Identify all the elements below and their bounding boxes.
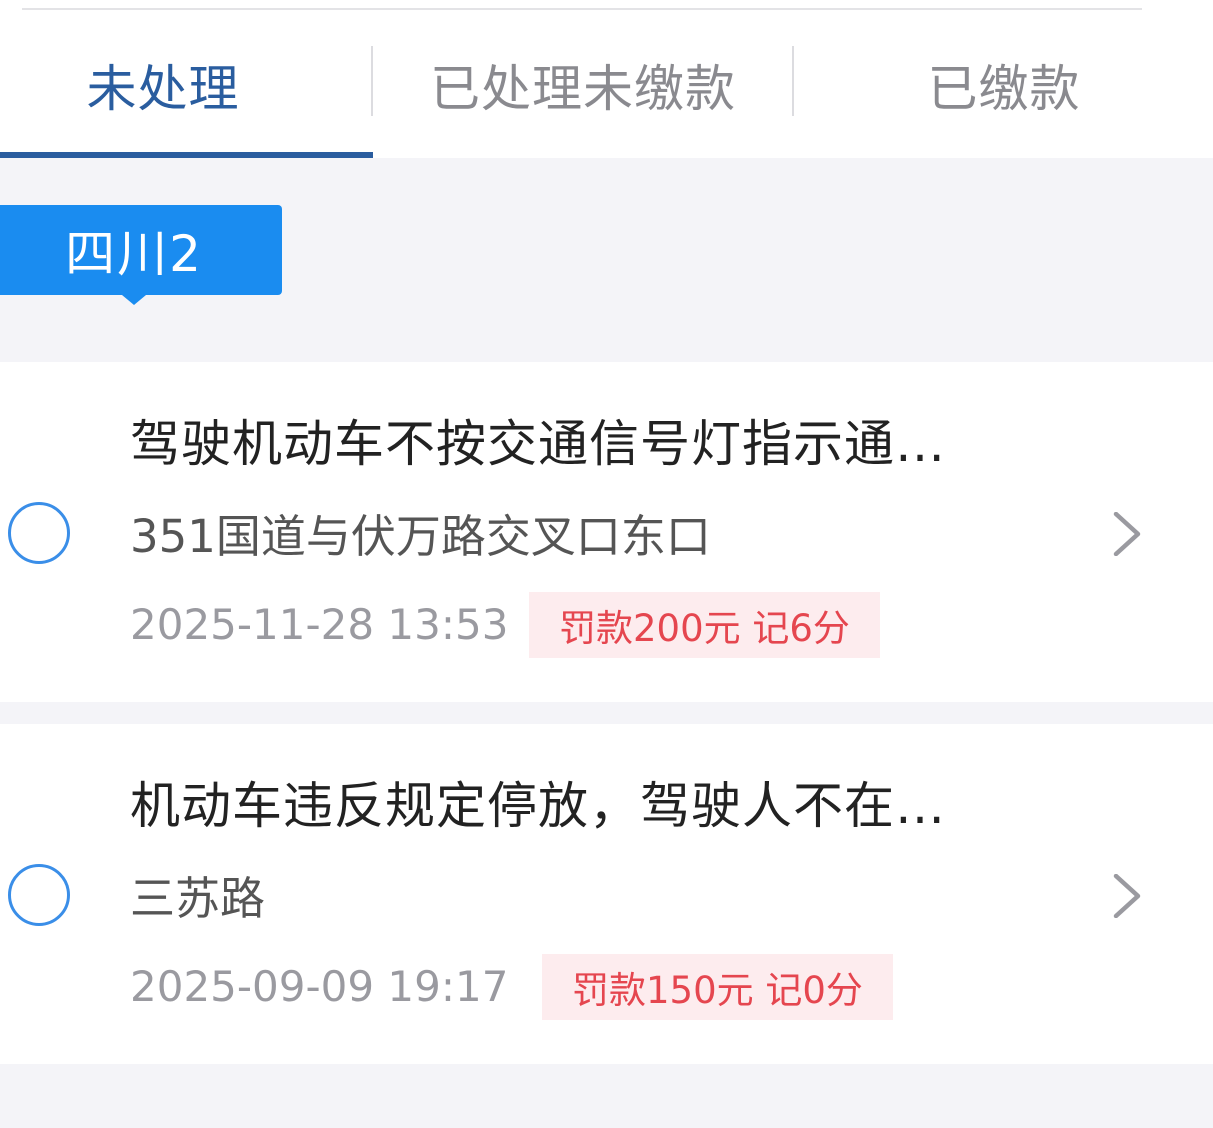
radio-circle-icon[interactable] xyxy=(8,502,70,564)
violation-card[interactable]: 驾驶机动车不按交通信号灯指示通… 351国道与伏万路交叉口东口 2025-11-… xyxy=(0,362,1213,702)
tab-processed-unpaid[interactable]: 已处理未缴款 xyxy=(373,40,793,130)
chevron-right-icon[interactable] xyxy=(1108,874,1148,918)
radio-circle-icon[interactable] xyxy=(8,864,70,926)
violation-title: 机动车违反规定停放，驾驶人不在… xyxy=(130,777,946,835)
tab-unprocessed[interactable]: 未处理 xyxy=(0,40,326,130)
violation-time: 2025-11-28 13:53 xyxy=(130,600,509,649)
active-tab-indicator xyxy=(0,152,373,158)
chevron-right-icon[interactable] xyxy=(1108,512,1148,556)
violation-time: 2025-09-09 19:17 xyxy=(130,962,509,1011)
tab-bar: 未处理 已处理未缴款 已缴款 xyxy=(0,0,1213,158)
violation-location: 351国道与伏万路交叉口东口 xyxy=(130,510,711,563)
violation-title: 驾驶机动车不按交通信号灯指示通… xyxy=(130,415,946,473)
top-divider xyxy=(22,8,1142,10)
fine-badge: 罚款200元 记6分 xyxy=(529,592,880,658)
violation-card[interactable]: 机动车违反规定停放，驾驶人不在… 三苏路 2025-09-09 19:17 罚款… xyxy=(0,724,1213,1064)
tab-paid[interactable]: 已缴款 xyxy=(794,40,1213,130)
violation-location: 三苏路 xyxy=(130,872,266,925)
plate-badge[interactable]: 四川2 xyxy=(0,205,282,305)
fine-badge: 罚款150元 记0分 xyxy=(542,954,893,1020)
